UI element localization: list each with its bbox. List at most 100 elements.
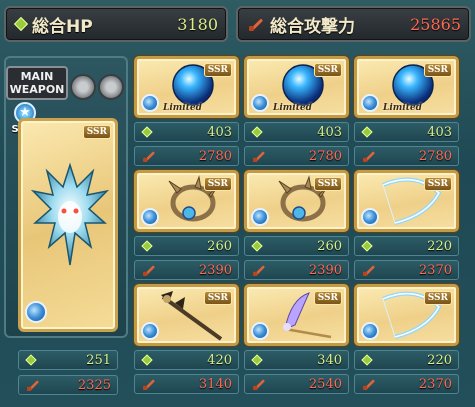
rarity-badge: SSR: [423, 291, 452, 305]
weapon-hp-row: 403: [354, 122, 459, 142]
attack-sword-icon: [26, 378, 40, 392]
main-weapon-atk-row: 2325: [18, 375, 118, 395]
hp-diamond-icon: [13, 16, 29, 32]
attack-sword-icon: [362, 149, 376, 163]
weapon-atk: 2780: [308, 148, 342, 164]
attack-sword-icon: [142, 377, 156, 391]
weapon-hp-row: 260: [244, 236, 349, 256]
weapon-hp: 420: [207, 352, 232, 368]
main-weapon-card[interactable]: SSR: [18, 118, 118, 332]
water-element-icon: [361, 208, 379, 226]
weapon-hp-row: 260: [134, 236, 239, 256]
weapon-hp-row: 403: [134, 122, 239, 142]
water-element-icon: [251, 94, 269, 112]
weapon-hp-row: 340: [244, 350, 349, 370]
weapon-hp-row: 220: [354, 236, 459, 256]
main-label-line2: WEAPON: [9, 83, 65, 96]
weapon-card[interactable]: SSR Limited: [354, 56, 459, 118]
rarity-badge: SSR: [423, 177, 452, 191]
total-hp-bar: 総合HP 3180: [4, 6, 228, 42]
hp-diamond-icon: [141, 240, 153, 252]
rarity-badge: SSR: [82, 125, 111, 139]
weapon-card[interactable]: SSR: [134, 284, 239, 346]
weapon-hp: 260: [317, 238, 342, 254]
weapon-atk: 2540: [308, 376, 342, 392]
weapon-atk-row: 3140: [134, 374, 239, 394]
main-label-line1: MAIN: [20, 70, 54, 83]
attack-sword-icon: [142, 149, 156, 163]
weapon-atk-row: 2370: [354, 260, 459, 280]
attack-sword-icon: [362, 377, 376, 391]
weapon-card[interactable]: SSR: [354, 284, 459, 346]
weapon-hp: 403: [317, 124, 342, 140]
attack-sword-icon: [142, 263, 156, 277]
limited-tag: Limited: [383, 103, 422, 113]
attack-sword-icon: [362, 263, 376, 277]
weapon-hp: 260: [207, 238, 232, 254]
weapon-hp: 403: [427, 124, 452, 140]
weapon-card[interactable]: SSR: [244, 170, 349, 232]
attack-sword-icon: [252, 263, 266, 277]
weapon-atk-row: 2390: [134, 260, 239, 280]
hp-diamond-icon: [361, 354, 373, 366]
hp-diamond-icon: [25, 354, 37, 366]
water-element-icon: [141, 94, 159, 112]
rarity-badge: SSR: [203, 291, 232, 305]
total-hp-value: 3180: [177, 14, 218, 34]
weapon-card[interactable]: SSR Limited: [134, 56, 239, 118]
hp-diamond-icon: [251, 354, 263, 366]
weapon-hp: 220: [427, 238, 452, 254]
weapon-card[interactable]: SSR: [244, 284, 349, 346]
weapon-atk-row: 2780: [244, 146, 349, 166]
ring-icon[interactable]: [70, 74, 96, 100]
weapon-atk-row: 2780: [354, 146, 459, 166]
main-weapon-atk: 2325: [77, 377, 111, 393]
weapon-hp-row: 420: [134, 350, 239, 370]
ring-icon[interactable]: [98, 74, 124, 100]
water-element-icon: [25, 301, 47, 323]
water-element-icon: [251, 322, 269, 340]
weapon-atk: 2390: [308, 262, 342, 278]
total-attack-value: 25865: [410, 14, 461, 34]
limited-tag: Limited: [273, 103, 312, 113]
weapon-card[interactable]: SSR: [354, 170, 459, 232]
rarity-badge: SSR: [423, 63, 452, 77]
weapon-atk: 2370: [418, 376, 452, 392]
rarity-badge: SSR: [313, 177, 342, 191]
main-weapon-hp: 251: [86, 352, 111, 368]
weapon-atk-row: 2540: [244, 374, 349, 394]
weapon-atk: 2780: [418, 148, 452, 164]
weapon-atk-row: 2390: [244, 260, 349, 280]
limited-tag: Limited: [163, 103, 202, 113]
hp-diamond-icon: [361, 240, 373, 252]
weapon-card[interactable]: SSR Limited: [244, 56, 349, 118]
rarity-badge: SSR: [313, 63, 342, 77]
water-element-icon: [141, 322, 159, 340]
weapon-hp: 403: [207, 124, 232, 140]
weapon-atk: 2370: [418, 262, 452, 278]
hp-diamond-icon: [361, 126, 373, 138]
ice-dragon-weapon-art: [31, 162, 109, 266]
attack-sword-icon: [252, 377, 266, 391]
weapon-hp: 220: [427, 352, 452, 368]
water-element-icon: [361, 94, 379, 112]
weapon-atk: 2390: [198, 262, 232, 278]
rarity-badge: SSR: [203, 177, 232, 191]
weapon-hp: 340: [317, 352, 342, 368]
water-element-icon: [141, 208, 159, 226]
rarity-badge: SSR: [313, 291, 342, 305]
water-element-icon: [361, 322, 379, 340]
weapon-atk: 2780: [198, 148, 232, 164]
total-hp-label: 総合HP: [32, 16, 93, 37]
hp-diamond-icon: [141, 126, 153, 138]
attack-sword-icon: [248, 16, 264, 32]
main-weapon-hp-row: 251: [18, 350, 118, 370]
weapon-card[interactable]: SSR: [134, 170, 239, 232]
hp-diamond-icon: [251, 240, 263, 252]
hp-diamond-icon: [251, 126, 263, 138]
attack-sword-icon: [252, 149, 266, 163]
total-attack-bar: 総合攻撃力 25865: [236, 6, 471, 42]
main-weapon-label: MAIN WEAPON: [6, 66, 68, 100]
water-element-icon: [251, 208, 269, 226]
total-attack-label: 総合攻撃力: [270, 16, 355, 37]
